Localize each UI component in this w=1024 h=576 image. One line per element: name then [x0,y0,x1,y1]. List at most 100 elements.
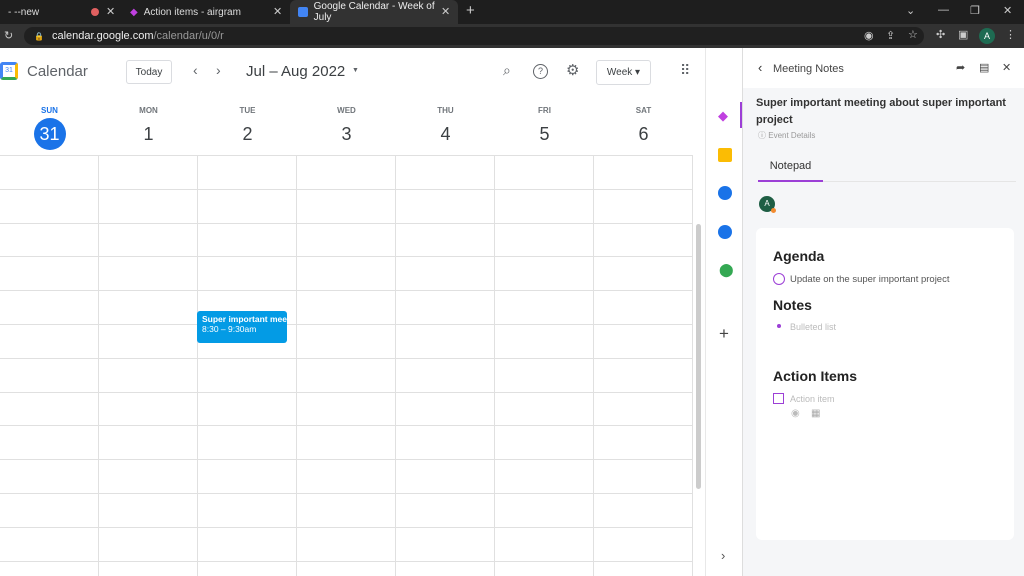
back-icon[interactable]: ‹ [758,60,762,75]
side-apps-strip: ◆ ⬤ + › [705,48,743,576]
day-header-mon[interactable]: MON 1 [99,106,198,149]
info-icon: ⓘ [758,131,766,140]
day-column-divider [494,155,495,576]
star-icon[interactable]: ☆ [908,28,918,41]
panel-title: Meeting Notes [773,63,844,75]
assignee-icon[interactable]: ◉ [791,408,800,419]
next-week-icon[interactable]: › [216,62,221,78]
notes-heading[interactable]: Notes [773,297,812,313]
bullet-icon [777,324,781,328]
app-name: Calendar [27,63,88,80]
keep-icon[interactable] [718,148,732,162]
prev-week-icon[interactable]: ‹ [193,62,198,78]
hour-row-line [0,188,692,190]
menu-icon[interactable]: ⋮ [1005,28,1016,41]
settings-icon[interactable]: ⚙ [566,61,579,79]
day-header-sat[interactable]: SAT 6 [594,106,693,149]
add-addon-icon[interactable]: + [719,324,729,344]
agenda-radio-icon[interactable] [773,273,785,285]
search-icon[interactable]: ⌕ [503,62,511,79]
day-column-divider [197,155,198,576]
calendar-favicon [298,7,308,17]
calendar-header: 31 Calendar Today ‹ › Jul – Aug 2022 ▼ ⌕… [0,48,731,96]
day-header-tue[interactable]: TUE 2 [198,106,297,149]
action-items-heading: Action Items [773,368,858,384]
tab-notepad[interactable]: Notepad [758,152,823,182]
share-icon[interactable]: ⇪ [886,29,895,42]
day-header-thu[interactable]: THU 4 [396,106,495,149]
recording-icon [91,8,99,16]
hour-row-line [0,560,692,562]
profile-avatar[interactable]: A [979,28,995,44]
hour-row-line [0,425,692,427]
calendar-logo-icon: 31 [0,62,18,80]
tab-search-icon[interactable]: ⌄ [906,4,915,17]
hour-row-line [0,391,692,393]
due-date-icon[interactable]: ▦ [811,408,820,419]
maximize-icon[interactable]: ❐ [970,4,980,17]
tab-google-calendar[interactable]: Google Calendar - Week of July [290,0,458,24]
day-header-fri[interactable]: FRI 5 [495,106,594,149]
today-button[interactable]: Today [126,60,172,84]
share-icon[interactable]: ➦ [956,61,965,74]
day-column-divider [296,155,297,576]
hour-row-line [0,526,692,528]
tab-divider [823,181,1016,182]
save-icon[interactable]: ▤ [979,61,989,74]
maps-icon[interactable]: ⬤ [719,262,734,278]
browser-tab-bar: - --new ✕ ◆ Action items - airgram ✕ Goog… [0,0,1024,24]
scrollbar[interactable] [696,224,701,489]
meeting-notes-panel: ‹ Meeting Notes ➦ ▤ ✕ Super important me… [742,48,1024,576]
online-indicator [771,208,776,213]
event-details-link[interactable]: ⓘ Event Details [758,130,815,141]
hour-row-line [0,357,692,359]
extensions-icon[interactable]: ✣ [936,28,945,41]
tab-new[interactable]: - --new [0,0,120,24]
address-bar-row: ↻ 🔒 calendar.google.com/calendar/u/0/r ◉… [0,24,1024,48]
help-icon[interactable]: ? [533,64,548,79]
date-range[interactable]: Jul – Aug 2022 [246,63,345,80]
hour-row-line [0,256,692,258]
hour-row-line [0,324,692,325]
week-grid[interactable] [0,155,693,576]
calendar-event[interactable]: Super important meeting8:30 – 9:30am [197,311,287,343]
close-icon[interactable]: ✕ [1002,61,1011,74]
view-selector[interactable]: Week ▾ [596,60,651,85]
agenda-item[interactable]: Update on the super important project [790,274,949,285]
tab-airgram[interactable]: ◆ Action items - airgram [122,0,290,24]
close-tab-icon[interactable]: ✕ [106,5,115,18]
meeting-title: Super important meeting about super impo… [756,97,1006,126]
chevron-down-icon[interactable]: ▼ [352,67,359,74]
tasks-icon[interactable] [718,186,732,200]
day-column-divider [593,155,594,576]
hour-row-line [0,155,692,156]
panel-header: ‹ Meeting Notes ➦ ▤ ✕ [743,48,1024,88]
calendar-main: 31 Calendar Today ‹ › Jul – Aug 2022 ▼ ⌕… [0,48,731,576]
day-header-wed[interactable]: WED 3 [297,106,396,149]
address-bar[interactable]: 🔒 calendar.google.com/calendar/u/0/r [24,27,924,45]
close-tab-icon[interactable]: ✕ [273,5,282,18]
hour-row-line [0,459,692,461]
eye-icon[interactable]: ◉ [864,29,874,42]
contacts-icon[interactable] [718,225,732,239]
action-item-placeholder[interactable]: Action item [790,394,835,404]
expand-icon[interactable]: › [721,548,725,563]
notes-placeholder[interactable]: Bulleted list [790,322,836,332]
new-tab-icon[interactable]: + [466,2,475,19]
hour-row-line [0,493,692,494]
day-column-divider [395,155,396,576]
apps-grid-icon[interactable]: ⠿ [680,62,690,79]
action-checkbox[interactable] [773,393,784,404]
day-column-divider [98,155,99,576]
day-column-divider [692,155,693,576]
minimize-icon[interactable]: — [938,4,949,16]
close-tab-icon[interactable]: ✕ [441,5,450,18]
day-header-sun[interactable]: SUN 31 [0,106,99,150]
close-window-icon[interactable]: ✕ [1003,4,1012,17]
sidebar-icon[interactable]: ▣ [958,28,968,41]
airgram-icon[interactable]: ◆ [718,108,728,124]
notes-editor[interactable]: Agenda Update on the super important pro… [756,228,1014,540]
lock-icon: 🔒 [34,31,44,41]
reload-icon[interactable]: ↻ [4,29,13,42]
agenda-heading: Agenda [773,248,825,264]
